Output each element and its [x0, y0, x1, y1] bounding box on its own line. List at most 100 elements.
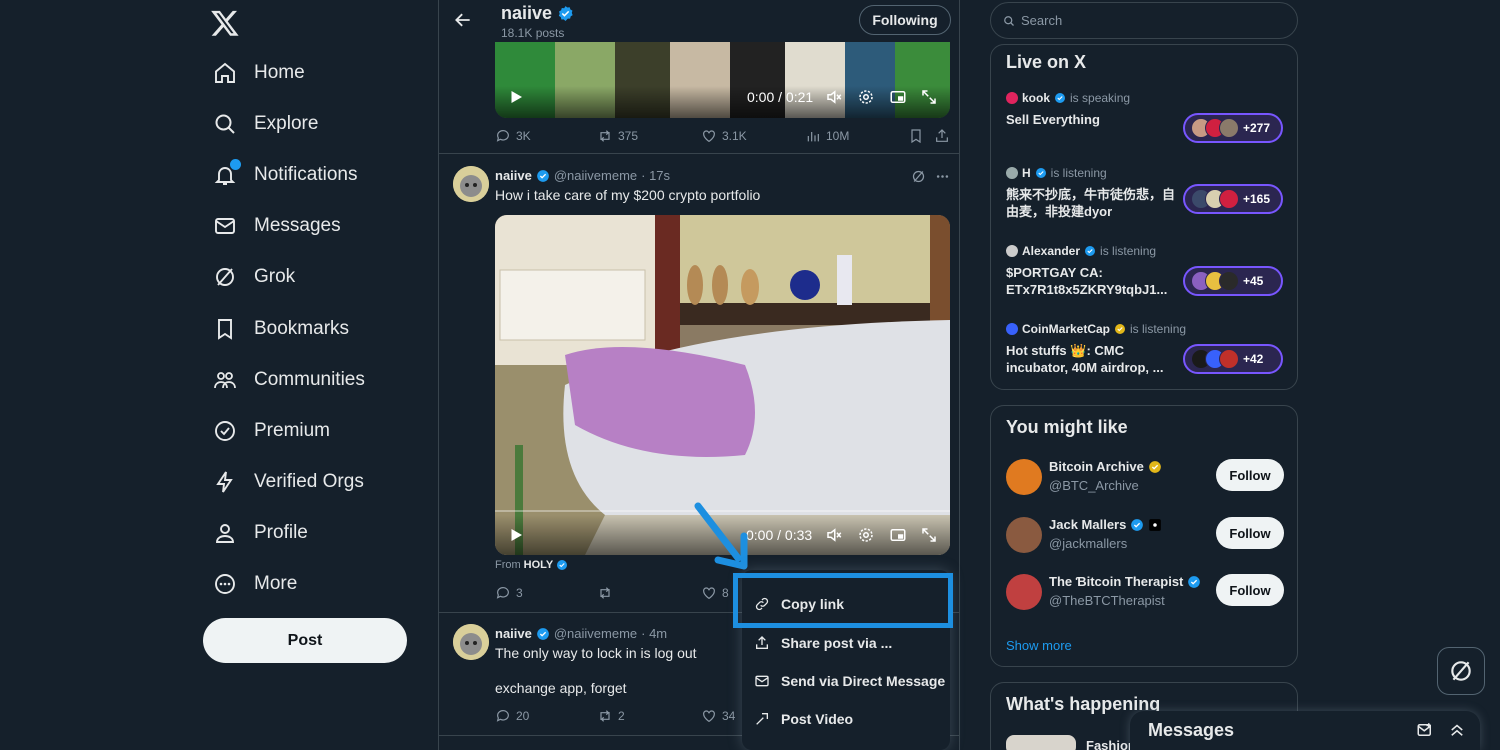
home-icon [213, 61, 237, 85]
nav-more-label: More [254, 573, 298, 594]
avatar[interactable] [453, 624, 489, 660]
follow-button[interactable]: Follow [1216, 574, 1284, 606]
avatar[interactable] [453, 166, 489, 202]
video-time: 0:00 / 0:33 [746, 527, 813, 543]
nav-grok[interactable]: Grok [203, 255, 295, 299]
space-item[interactable]: His listening 熊来不抄底，牛市徒伤悲，自由麦，非投建dyor +1… [1006, 166, 1291, 226]
tweet-author-handle[interactable]: @naiivememe [554, 626, 637, 641]
space-title: $PORTGAY CA: ETx7R1t8x5ZKRY9tqbJ1... [1006, 265, 1168, 297]
menu-send-dm[interactable]: Send via Direct Message [742, 662, 950, 700]
follow-button[interactable]: Follow [1216, 517, 1284, 549]
space-host-name: kook [1022, 91, 1051, 105]
x-logo-icon[interactable] [210, 8, 240, 38]
more-options-icon[interactable] [935, 169, 950, 184]
source-account-name[interactable]: HOLY [524, 559, 554, 571]
nav-communities[interactable]: Communities [203, 358, 365, 402]
grok-icon [213, 265, 237, 289]
menu-send-dm-label: Send via Direct Message [781, 673, 946, 689]
nav-explore[interactable]: Explore [203, 102, 318, 146]
nav-verified-orgs-label: Verified Orgs [254, 471, 364, 492]
repost-count: 375 [618, 129, 639, 143]
post-button[interactable]: Post [203, 618, 407, 663]
bookmark-button[interactable] [908, 128, 934, 144]
nav-messages[interactable]: Messages [203, 204, 341, 248]
nav-bookmarks[interactable]: Bookmarks [203, 307, 349, 351]
video-time: 0:00 / 0:21 [747, 89, 814, 105]
profile-post-count: 18.1K posts [501, 26, 565, 40]
chevron-up-icon[interactable] [1448, 721, 1466, 739]
reply-button[interactable]: 20 [495, 708, 597, 724]
back-arrow-icon[interactable] [453, 10, 473, 30]
views-count: 10M [826, 129, 850, 143]
lightning-icon [213, 470, 237, 494]
tweet-timestamp[interactable]: · 4m [641, 626, 667, 641]
new-message-icon[interactable] [1416, 721, 1434, 739]
grok-explain-icon[interactable] [911, 169, 926, 184]
space-item[interactable]: kook is speaking Sell Everything +277 [1006, 91, 1291, 151]
tweet-author-name[interactable]: naiive [495, 626, 532, 641]
messages-dock[interactable]: Messages [1130, 711, 1480, 750]
right-sidebar: Search Live on X kook is speaking Sell Ev… [990, 0, 1300, 750]
nav-notifications[interactable]: Notifications [203, 153, 358, 197]
reply-button[interactable]: 3K [495, 128, 597, 144]
tweet-author-name[interactable]: naiive [495, 168, 532, 183]
settings-gear-icon[interactable] [857, 526, 875, 544]
repost-button[interactable]: 2 [597, 708, 701, 724]
space-listeners-pill[interactable]: +45 [1183, 266, 1283, 296]
nav-verified-orgs[interactable]: Verified Orgs [203, 460, 364, 504]
pip-icon[interactable] [889, 88, 907, 106]
menu-share-post-via[interactable]: Share post via ... [742, 624, 950, 662]
nav-more[interactable]: More [203, 562, 297, 606]
show-more-link[interactable]: Show more [1006, 638, 1072, 653]
suggested-user-name: Bitcoin Archive [1049, 459, 1144, 474]
like-button[interactable]: 3.1K [701, 128, 805, 144]
menu-post-video[interactable]: Post Video [742, 700, 950, 738]
fullscreen-icon[interactable] [920, 526, 938, 544]
following-button[interactable]: Following [859, 5, 951, 35]
mute-icon[interactable] [825, 526, 843, 544]
space-listeners-pill[interactable]: +277 [1183, 113, 1283, 143]
repost-icon [597, 708, 613, 724]
play-icon[interactable] [507, 88, 525, 106]
video-player-1[interactable]: 0:00 / 0:21 [495, 42, 950, 118]
follow-button[interactable]: Follow [1216, 459, 1284, 491]
bookmark-icon [908, 128, 924, 144]
views-button[interactable]: 10M [805, 128, 908, 144]
mute-icon[interactable] [825, 88, 843, 106]
settings-gear-icon[interactable] [857, 88, 875, 106]
play-icon[interactable] [507, 526, 525, 544]
verified-badge-icon [1035, 167, 1047, 179]
space-listener-count: +42 [1243, 352, 1264, 366]
from-prefix: From [495, 559, 521, 571]
space-item[interactable]: CoinMarketCap is listening Hot stuffs 👑: … [1006, 322, 1291, 382]
search-box[interactable]: Search [990, 2, 1298, 39]
search-icon [1003, 15, 1015, 27]
share-button[interactable] [934, 128, 950, 144]
grok-floating-button[interactable] [1437, 647, 1485, 695]
space-listeners-pill[interactable]: +165 [1183, 184, 1283, 214]
reply-count: 3K [516, 129, 531, 143]
follow-suggestion[interactable]: Jack Mallers @jackmallers Follow [1006, 515, 1291, 555]
space-host-name: H [1022, 166, 1031, 180]
tweet-2-header: naiive @naiivememe · 17s [495, 168, 670, 183]
follow-suggestion[interactable]: Bitcoin Archive @BTC_Archive Follow [1006, 457, 1291, 497]
nav-profile[interactable]: Profile [203, 511, 308, 555]
reply-count: 3 [516, 586, 523, 600]
you-might-like-title: You might like [1006, 417, 1128, 437]
follow-suggestion[interactable]: The Ɓitcoin Therapist @TheBTCTherapist F… [1006, 572, 1291, 612]
reply-icon [495, 708, 511, 724]
reply-button[interactable]: 3 [495, 585, 597, 601]
repost-button[interactable]: 375 [597, 128, 701, 144]
repost-button[interactable] [597, 585, 701, 601]
tweet-author-handle[interactable]: @naiivememe [554, 168, 637, 183]
live-on-x-card: Live on X kook is speaking Sell Everythin… [990, 44, 1298, 390]
gold-verified-badge-icon [1148, 460, 1162, 474]
trend-title[interactable]: Fashion [1086, 738, 1136, 750]
space-item[interactable]: Alexander is listening $PORTGAY CA: ETx7R… [1006, 244, 1291, 304]
nav-premium[interactable]: Premium [203, 409, 330, 453]
pip-icon[interactable] [889, 526, 907, 544]
tweet-timestamp[interactable]: · 17s [641, 168, 670, 183]
space-listeners-pill[interactable]: +42 [1183, 344, 1283, 374]
nav-home[interactable]: Home [203, 51, 305, 95]
fullscreen-icon[interactable] [920, 88, 938, 106]
